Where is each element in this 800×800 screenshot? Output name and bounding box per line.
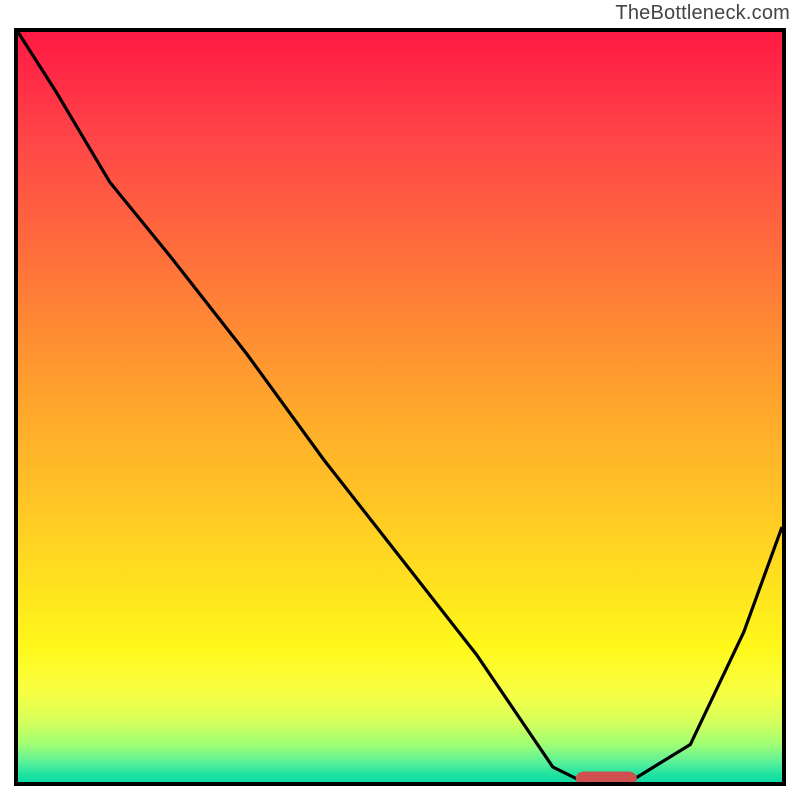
bottleneck-curve <box>18 32 782 782</box>
watermark-text: TheBottleneck.com <box>615 2 790 25</box>
plot-frame <box>14 28 786 786</box>
chart-stage: TheBottleneck.com <box>0 0 800 800</box>
plot-yflip-group <box>18 32 782 782</box>
minimum-highlight-marker <box>576 772 637 783</box>
plot-svg <box>18 32 782 782</box>
